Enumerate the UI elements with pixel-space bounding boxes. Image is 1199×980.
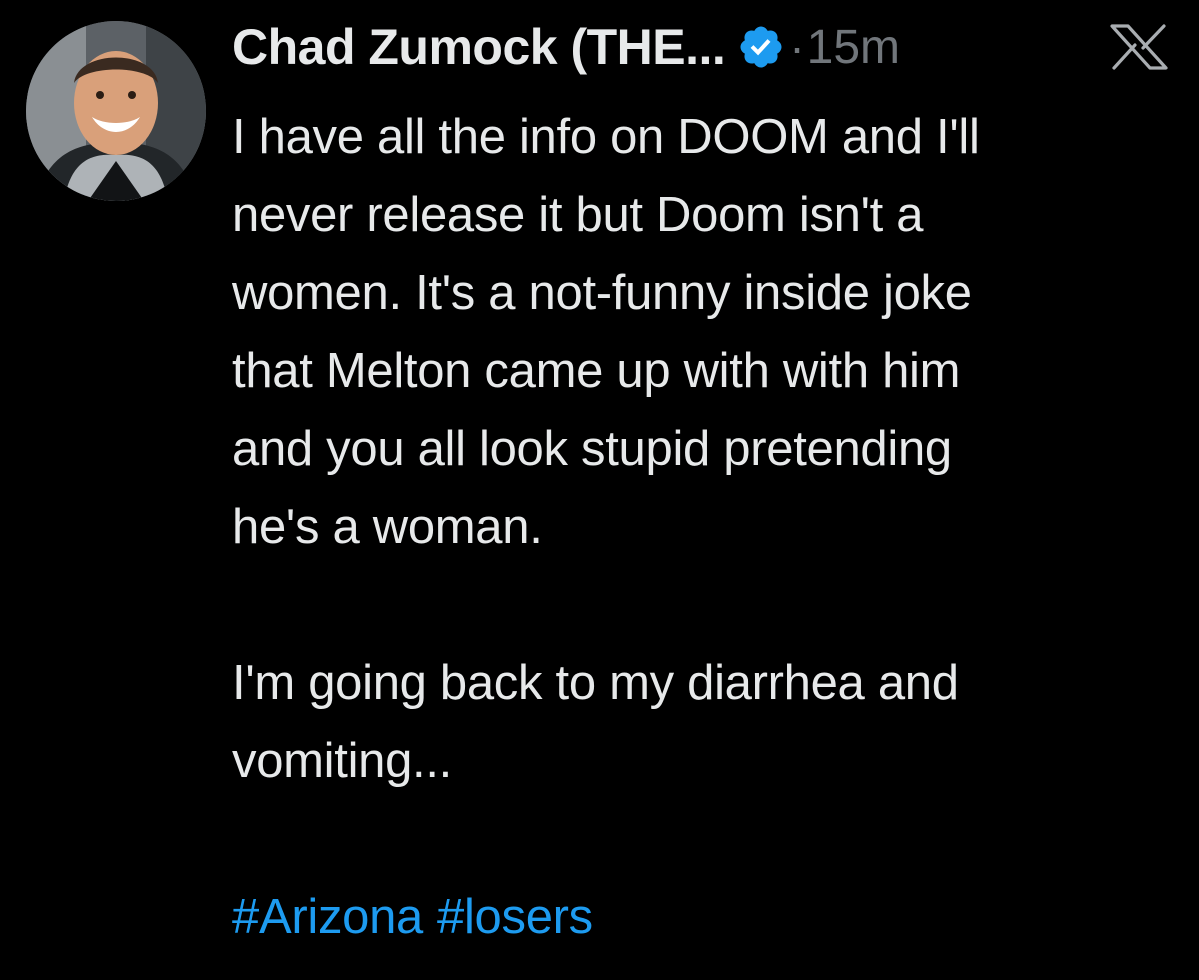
tweet-header: Chad Zumock (THE... · 15m: [232, 14, 900, 80]
header-separator: ·: [789, 21, 805, 73]
tweet-timestamp[interactable]: 15m: [807, 20, 900, 75]
tweet-text-paragraph: I'm going back to my diarrhea and vomiti…: [232, 656, 959, 788]
x-logo-icon: [1108, 24, 1170, 70]
tweet-body: I have all the info on DOOM and I'll nev…: [232, 98, 1172, 956]
verified-badge-icon: [737, 23, 785, 71]
hashtag-list: #Arizona #losers: [232, 878, 1172, 956]
avatar-image: [26, 21, 206, 201]
hashtag-link[interactable]: #losers: [437, 890, 593, 944]
author-avatar[interactable]: [26, 21, 206, 201]
author-display-name[interactable]: Chad Zumock (THE...: [232, 18, 726, 76]
tweet-text-paragraph: I have all the info on DOOM and I'll nev…: [232, 110, 980, 554]
tweet[interactable]: Chad Zumock (THE... · 15m I have all the…: [0, 0, 1199, 980]
hashtag-link[interactable]: #Arizona: [232, 890, 423, 944]
